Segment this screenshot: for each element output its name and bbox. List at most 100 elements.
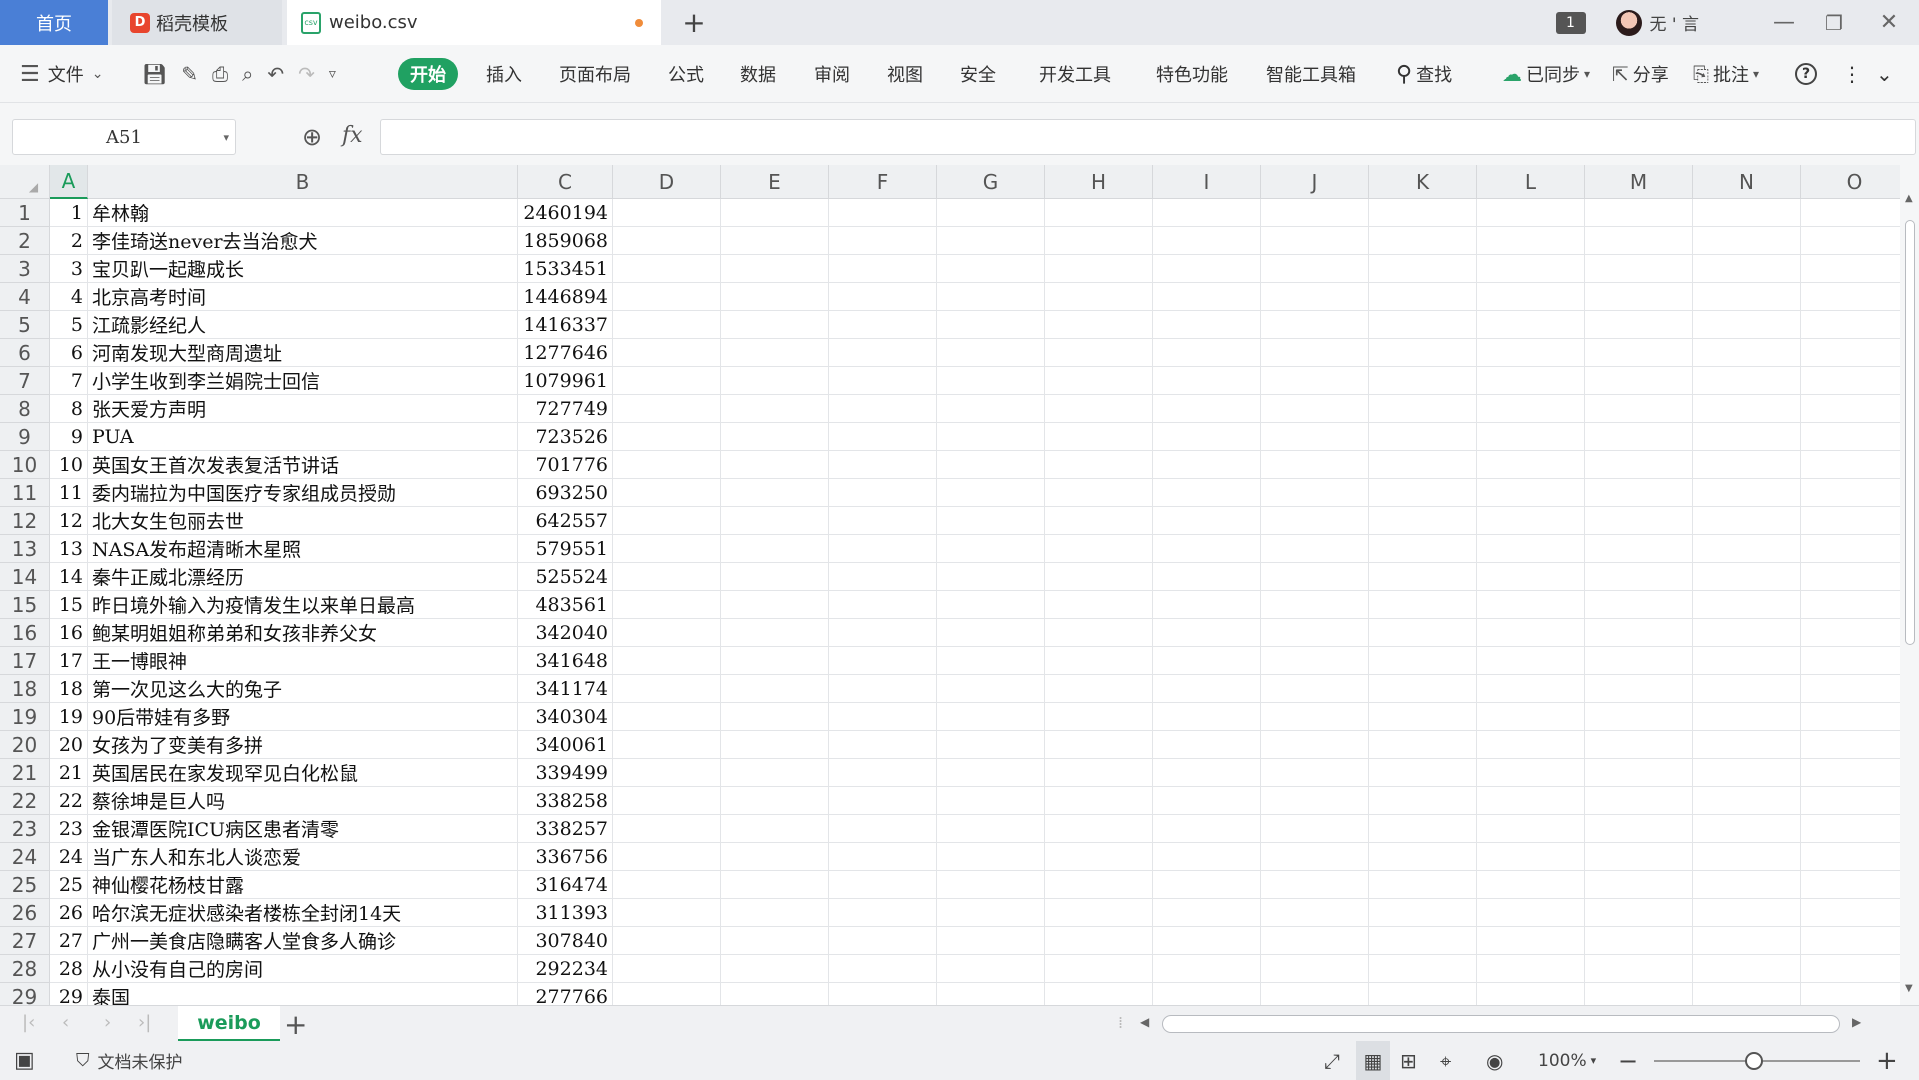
cell-c[interactable]: 483561 (518, 591, 613, 619)
minimize-icon[interactable]: — (1759, 10, 1809, 35)
cell-c[interactable]: 701776 (518, 451, 613, 479)
redo-icon[interactable]: ↷ (298, 62, 315, 86)
cell-c[interactable]: 1859068 (518, 227, 613, 255)
cell-f[interactable] (829, 283, 937, 311)
row-header[interactable]: 11 (0, 479, 50, 507)
cell-g[interactable] (937, 423, 1045, 451)
cell-d[interactable] (613, 451, 721, 479)
page-break-view-icon[interactable]: ⊞ (1400, 1041, 1417, 1080)
cell-n[interactable] (1693, 535, 1801, 563)
horizontal-scroll-thumb[interactable] (1162, 1015, 1840, 1033)
cell-b[interactable]: 金银潭医院ICU病区患者清零 (88, 815, 518, 843)
cell-k[interactable] (1369, 899, 1477, 927)
cell-f[interactable] (829, 759, 937, 787)
tab-insert[interactable]: 插入 (486, 45, 522, 103)
cell-j[interactable] (1261, 983, 1369, 1005)
cell-d[interactable] (613, 955, 721, 983)
cell-c[interactable]: 307840 (518, 927, 613, 955)
cell-i[interactable] (1153, 899, 1261, 927)
cell-o[interactable] (1801, 423, 1900, 451)
column-header-i[interactable]: I (1153, 165, 1261, 199)
zoom-in-icon[interactable]: + (1876, 1041, 1898, 1080)
row-header[interactable]: 23 (0, 815, 50, 843)
cell-f[interactable] (829, 339, 937, 367)
cell-b[interactable]: 从小没有自己的房间 (88, 955, 518, 983)
search-button[interactable]: ⚲ 查找 (1396, 45, 1452, 103)
cell-l[interactable] (1477, 563, 1585, 591)
cell-f[interactable] (829, 311, 937, 339)
cell-b[interactable]: 李佳琦送never去当治愈犬 (88, 227, 518, 255)
cell-m[interactable] (1585, 731, 1693, 759)
cell-j[interactable] (1261, 815, 1369, 843)
cell-g[interactable] (937, 591, 1045, 619)
cell-m[interactable] (1585, 339, 1693, 367)
cell-a[interactable]: 6 (50, 339, 88, 367)
cell-n[interactable] (1693, 339, 1801, 367)
tab-security[interactable]: 安全 (960, 45, 996, 103)
cell-h[interactable] (1045, 983, 1153, 1005)
cell-h[interactable] (1045, 563, 1153, 591)
cell-g[interactable] (937, 507, 1045, 535)
cell-l[interactable] (1477, 927, 1585, 955)
comment-button[interactable]: ⎘ 批注 ▾ (1693, 45, 1759, 103)
cell-i[interactable] (1153, 731, 1261, 759)
cell-b[interactable]: 鲍某明姐姐称弟弟和女孩非养父女 (88, 619, 518, 647)
cell-i[interactable] (1153, 591, 1261, 619)
macro-record-icon[interactable]: ▣ (14, 1041, 35, 1080)
cell-f[interactable] (829, 591, 937, 619)
cell-m[interactable] (1585, 955, 1693, 983)
cell-i[interactable] (1153, 535, 1261, 563)
user-name[interactable]: 无 ' 言 (1650, 10, 1699, 35)
eye-protection-icon[interactable]: ◉ (1486, 1041, 1503, 1080)
cell-d[interactable] (613, 479, 721, 507)
cell-e[interactable] (721, 563, 829, 591)
cell-i[interactable] (1153, 619, 1261, 647)
cell-m[interactable] (1585, 871, 1693, 899)
cell-b[interactable]: 河南发现大型商周遗址 (88, 339, 518, 367)
cell-b[interactable]: 泰国 (88, 983, 518, 1005)
cell-g[interactable] (937, 815, 1045, 843)
row-header[interactable]: 19 (0, 703, 50, 731)
cell-h[interactable] (1045, 507, 1153, 535)
cell-j[interactable] (1261, 367, 1369, 395)
cell-m[interactable] (1585, 899, 1693, 927)
cell-d[interactable] (613, 591, 721, 619)
vertical-scroll-thumb[interactable] (1905, 220, 1915, 645)
cell-j[interactable] (1261, 927, 1369, 955)
cell-k[interactable] (1369, 591, 1477, 619)
column-header-a[interactable]: A (50, 165, 88, 199)
cell-h[interactable] (1045, 619, 1153, 647)
cell-a[interactable]: 10 (50, 451, 88, 479)
row-header[interactable]: 15 (0, 591, 50, 619)
cell-b[interactable]: 蔡徐坤是巨人吗 (88, 787, 518, 815)
restore-icon[interactable]: ❐ (1809, 11, 1859, 35)
print-icon[interactable]: ⎙ (212, 62, 228, 86)
tab-start[interactable]: 开始 (398, 58, 458, 90)
cell-e[interactable] (721, 647, 829, 675)
cell-b[interactable]: 宝贝趴一起趣成长 (88, 255, 518, 283)
cell-h[interactable] (1045, 479, 1153, 507)
cell-d[interactable] (613, 759, 721, 787)
tab-developer[interactable]: 开发工具 (1039, 45, 1111, 103)
cell-o[interactable] (1801, 647, 1900, 675)
first-sheet-icon[interactable]: |‹ (22, 1012, 35, 1033)
cell-h[interactable] (1045, 255, 1153, 283)
cell-g[interactable] (937, 339, 1045, 367)
cell-h[interactable] (1045, 899, 1153, 927)
cell-f[interactable] (829, 255, 937, 283)
cell-a[interactable]: 21 (50, 759, 88, 787)
cell-g[interactable] (937, 955, 1045, 983)
cell-j[interactable] (1261, 199, 1369, 227)
zoom-formula-icon[interactable]: ⊕ (302, 123, 322, 151)
cell-k[interactable] (1369, 843, 1477, 871)
cell-l[interactable] (1477, 479, 1585, 507)
cell-j[interactable] (1261, 843, 1369, 871)
column-header-g[interactable]: G (937, 165, 1045, 199)
more-options-icon[interactable]: ⋮ (1842, 45, 1862, 103)
cell-a[interactable]: 17 (50, 647, 88, 675)
cell-i[interactable] (1153, 759, 1261, 787)
cell-h[interactable] (1045, 871, 1153, 899)
protection-status[interactable]: ⛉ 文档未保护 (76, 1041, 183, 1080)
cell-d[interactable] (613, 367, 721, 395)
cell-m[interactable] (1585, 759, 1693, 787)
